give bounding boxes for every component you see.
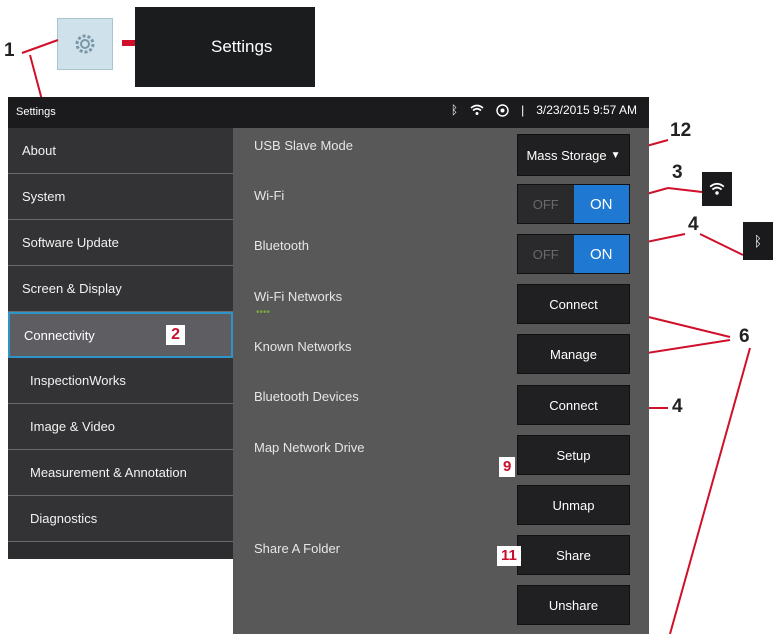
- callout-6: 6: [739, 326, 750, 347]
- callout-11: 11: [497, 546, 521, 566]
- known-networks-label: Known Networks: [254, 339, 352, 354]
- map-drive-unmap-button[interactable]: Unmap: [517, 485, 630, 525]
- wifi-toggle-on[interactable]: ON: [573, 185, 629, 223]
- bluetooth-connect-button[interactable]: Connect: [517, 385, 630, 425]
- usb-mode-dropdown[interactable]: Mass Storage ▼: [517, 134, 630, 176]
- gear-icon: [75, 34, 95, 54]
- bluetooth-devices-label: Bluetooth Devices: [254, 389, 359, 404]
- bluetooth-toggle[interactable]: OFF ON: [517, 234, 630, 274]
- sidebar-item-label: Diagnostics: [30, 511, 98, 526]
- sidebar-item-label: About: [22, 143, 56, 158]
- sidebar-item-label: InspectionWorks: [30, 373, 126, 388]
- sidebar: About System Software Update Screen & Di…: [8, 128, 233, 542]
- sidebar-item-inspectionworks[interactable]: InspectionWorks: [8, 358, 233, 404]
- chevron-down-icon: ▼: [610, 149, 621, 161]
- sidebar-item-system[interactable]: System: [8, 174, 233, 220]
- sidebar-item-about[interactable]: About: [8, 128, 233, 174]
- bluetooth-label: Bluetooth: [254, 238, 309, 253]
- status-bar: Settings ᛒ | 3/23/2015 9:57 AM: [8, 97, 649, 128]
- callout-12: 12: [670, 120, 692, 141]
- sidebar-item-label: System: [22, 189, 66, 204]
- bluetooth-icon: ᛒ: [753, 233, 763, 249]
- sidebar-item-label: Software Update: [22, 235, 119, 250]
- callout-2: 2: [166, 325, 185, 345]
- callout-3: 3: [672, 162, 683, 183]
- wifi-networks-label: Wi-Fi Networks: [254, 289, 343, 304]
- usb-icon: [496, 103, 509, 117]
- callout-4-bottom: 4: [672, 396, 683, 417]
- wifi-toggle-off[interactable]: OFF: [518, 185, 574, 223]
- usb-slave-mode-label: USB Slave Mode: [254, 138, 353, 153]
- status-title: Settings: [16, 106, 56, 118]
- usb-mode-value: Mass Storage: [526, 147, 607, 163]
- sidebar-item-label: Connectivity: [24, 327, 95, 343]
- settings-app-icon[interactable]: [57, 18, 113, 70]
- bluetooth-status-tile: ᛒ: [743, 222, 773, 260]
- known-networks-manage-button[interactable]: Manage: [517, 334, 630, 374]
- wifi-icon: [470, 104, 484, 115]
- wifi-label: Wi-Fi: [254, 188, 285, 203]
- sidebar-item-label: Measurement & Annotation: [30, 465, 187, 480]
- map-drive-setup-button[interactable]: Setup: [517, 435, 630, 475]
- bluetooth-toggle-on[interactable]: ON: [573, 235, 629, 273]
- wifi-status-tile: [702, 172, 732, 206]
- sidebar-item-software-update[interactable]: Software Update: [8, 220, 233, 266]
- wifi-toggle[interactable]: OFF ON: [517, 184, 630, 224]
- sidebar-item-label: Screen & Display: [22, 281, 122, 296]
- wifi-connect-button[interactable]: Connect: [517, 284, 630, 324]
- settings-banner: Settings: [135, 7, 315, 87]
- sidebar-item-screen-display[interactable]: Screen & Display: [8, 266, 233, 312]
- status-separator: |: [521, 103, 525, 117]
- bluetooth-toggle-off[interactable]: OFF: [518, 235, 574, 273]
- callout-1: 1: [4, 40, 15, 61]
- map-network-drive-label: Map Network Drive: [254, 440, 365, 455]
- sidebar-item-label: Image & Video: [30, 419, 116, 434]
- sidebar-item-measurement-annotation[interactable]: Measurement & Annotation: [8, 450, 233, 496]
- wifi-icon: [709, 182, 725, 195]
- sidebar-item-diagnostics[interactable]: Diagnostics: [8, 496, 233, 542]
- share-folder-unshare-button[interactable]: Unshare: [517, 585, 630, 625]
- status-datetime: 3/23/2015 9:57 AM: [536, 103, 637, 117]
- settings-banner-label: Settings: [211, 37, 273, 56]
- bluetooth-icon: ᛒ: [450, 103, 459, 117]
- wifi-network-status: ••••: [256, 307, 271, 318]
- callout-9: 9: [499, 457, 516, 477]
- sidebar-item-connectivity[interactable]: Connectivity 2: [8, 312, 233, 358]
- status-icons: ᛒ | 3/23/2015 9:57 AM: [451, 103, 637, 117]
- callout-4-top: 4: [688, 214, 699, 235]
- share-folder-label: Share A Folder: [254, 541, 340, 556]
- share-folder-share-button[interactable]: Share: [517, 535, 630, 575]
- sidebar-item-image-video[interactable]: Image & Video: [8, 404, 233, 450]
